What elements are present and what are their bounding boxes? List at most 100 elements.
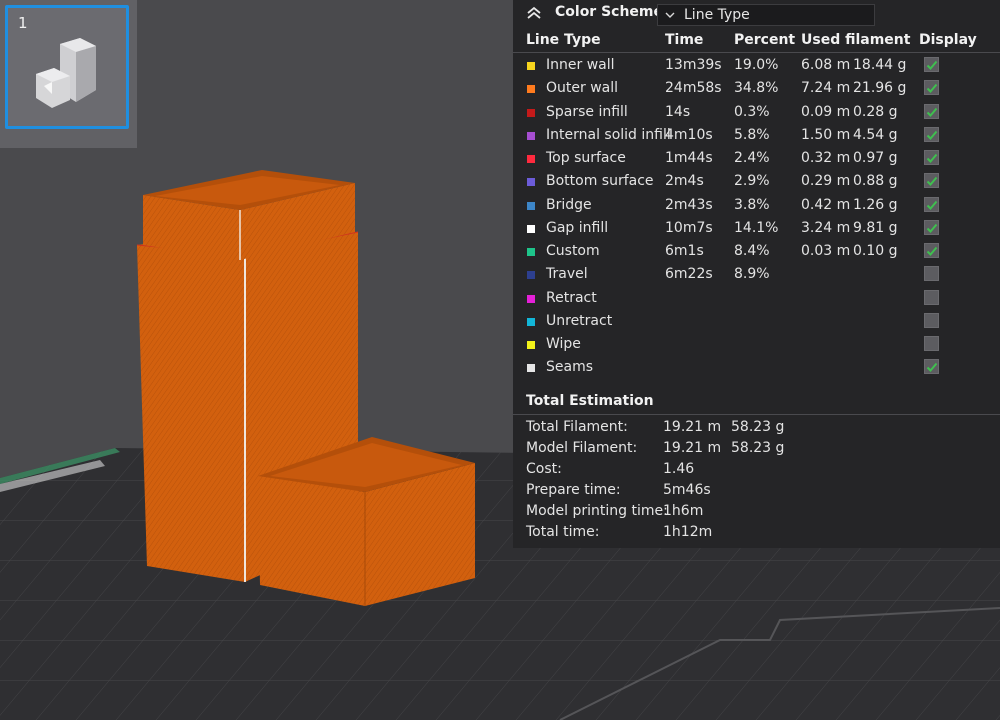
line-type-time: 6m22s	[665, 266, 713, 283]
total-row: Total Filament: 19.21 m 58.23 g	[513, 418, 1000, 439]
checkmark-icon	[926, 60, 938, 70]
color-swatch	[527, 85, 535, 94]
total-row: Model Filament: 19.21 m 58.23 g	[513, 439, 1000, 460]
col-line-type: Line Type	[526, 32, 601, 48]
line-type-percent: 34.8%	[734, 80, 779, 97]
display-checkbox[interactable]	[924, 266, 939, 282]
line-type-length: 1.50 m	[801, 126, 851, 143]
legend-rows: Inner wall 13m39s 19.0% 6.08 m 18.44 g Outer …	[513, 54, 1000, 380]
plate-preview-icon	[36, 38, 96, 108]
line-type-legend-panel: Color Scheme Line Type Line Type Time Pe…	[513, 0, 1000, 548]
color-swatch	[527, 364, 535, 373]
total-value-secondary: 58.23 g	[731, 440, 785, 456]
color-scheme-value: Line Type	[684, 7, 750, 23]
legend-row: Internal solid infill 4m10s 5.8% 1.50 m 4.54…	[513, 124, 1000, 147]
line-type-weight: 0.10 g	[853, 243, 898, 259]
line-type-name: Internal solid infill	[546, 126, 671, 143]
line-type-length: 6.08 m	[801, 57, 851, 73]
line-type-weight: 0.28 g	[853, 103, 898, 120]
total-label: Model printing time:	[526, 503, 668, 519]
display-checkbox[interactable]	[924, 126, 939, 142]
color-scheme-label: Color Scheme	[555, 4, 664, 20]
col-time: Time	[665, 32, 704, 48]
total-label: Model Filament:	[526, 440, 638, 456]
line-type-time: 14s	[665, 103, 691, 120]
plate-number: 1	[18, 14, 28, 32]
line-type-percent: 8.9%	[734, 266, 770, 283]
display-checkbox[interactable]	[924, 80, 939, 96]
line-type-length: 0.29 m	[801, 173, 851, 190]
display-checkbox[interactable]	[924, 196, 939, 212]
line-type-percent: 5.8%	[734, 126, 770, 143]
color-swatch	[527, 271, 535, 280]
display-checkbox[interactable]	[924, 289, 939, 305]
display-checkbox[interactable]	[924, 57, 939, 72]
display-checkbox[interactable]	[924, 312, 939, 328]
display-checkbox[interactable]	[924, 336, 939, 351]
legend-row: Unretract	[513, 310, 1000, 333]
line-type-name: Gap infill	[546, 219, 609, 236]
total-estimation-title: Total Estimation	[526, 393, 654, 409]
total-row: Cost: 1.46	[513, 460, 1000, 481]
total-value: 1h6m	[663, 503, 704, 519]
legend-row: Bottom surface 2m4s 2.9% 0.29 m 0.88 g	[513, 170, 1000, 193]
line-type-weight: 4.54 g	[853, 126, 898, 143]
display-checkbox[interactable]	[924, 359, 939, 375]
line-type-percent: 0.3%	[734, 103, 770, 120]
line-type-time: 13m39s	[665, 57, 722, 73]
display-checkbox[interactable]	[924, 243, 939, 258]
plate-thumbnail[interactable]: 1	[5, 5, 129, 129]
divider	[513, 414, 1000, 415]
legend-row: Travel 6m22s 8.9%	[513, 263, 1000, 286]
total-row: Prepare time: 5m46s	[513, 481, 1000, 502]
total-value: 19.21 m	[663, 440, 722, 456]
color-swatch	[527, 178, 535, 187]
line-type-name: Sparse infill	[546, 103, 628, 120]
color-swatch	[527, 294, 535, 303]
col-used-filament: Used filament	[801, 32, 911, 48]
line-type-time: 10m7s	[665, 219, 713, 236]
display-checkbox[interactable]	[924, 219, 939, 235]
display-checkbox[interactable]	[924, 173, 939, 189]
display-checkbox[interactable]	[924, 150, 939, 165]
legend-row: Inner wall 13m39s 19.0% 6.08 m 18.44 g	[513, 54, 1000, 77]
line-type-name: Unretract	[546, 312, 613, 329]
line-type-percent: 14.1%	[734, 219, 779, 236]
total-value: 5m46s	[663, 482, 711, 498]
total-row: Total time: 1h12m	[513, 523, 1000, 544]
total-row: Model printing time: 1h6m	[513, 502, 1000, 523]
color-swatch	[527, 155, 535, 163]
line-type-weight: 0.88 g	[853, 173, 898, 190]
total-value: 1.46	[663, 461, 695, 477]
line-type-name: Top surface	[546, 150, 626, 166]
chevron-down-icon	[665, 12, 675, 18]
total-label: Total time:	[526, 524, 600, 540]
collapse-chevrons-up-icon[interactable]	[525, 5, 543, 21]
display-checkbox[interactable]	[924, 103, 939, 119]
color-swatch	[527, 131, 535, 140]
col-percent: Percent	[734, 32, 796, 48]
total-value: 1h12m	[663, 524, 713, 540]
line-type-weight: 0.97 g	[853, 150, 898, 166]
line-type-name: Bottom surface	[546, 173, 654, 190]
line-type-name: Bridge	[546, 196, 592, 213]
checkmark-icon	[926, 177, 938, 187]
total-label: Total Filament:	[526, 419, 628, 435]
color-swatch	[527, 341, 535, 349]
line-type-percent: 2.4%	[734, 150, 770, 166]
total-value-secondary: 58.23 g	[731, 419, 785, 435]
color-swatch	[527, 108, 535, 117]
line-type-percent: 2.9%	[734, 173, 770, 190]
legend-row: Gap infill 10m7s 14.1% 3.24 m 9.81 g	[513, 217, 1000, 240]
checkmark-icon	[926, 246, 938, 256]
legend-row: Retract	[513, 287, 1000, 310]
line-type-name: Wipe	[546, 336, 581, 352]
line-type-time: 4m10s	[665, 126, 713, 143]
line-type-weight: 1.26 g	[853, 196, 898, 213]
color-scheme-dropdown[interactable]: Line Type	[657, 4, 875, 26]
legend-row: Sparse infill 14s 0.3% 0.09 m 0.28 g	[513, 101, 1000, 124]
legend-row: Wipe	[513, 333, 1000, 356]
color-swatch	[527, 248, 535, 256]
color-swatch	[527, 201, 535, 210]
checkmark-icon	[926, 84, 938, 94]
